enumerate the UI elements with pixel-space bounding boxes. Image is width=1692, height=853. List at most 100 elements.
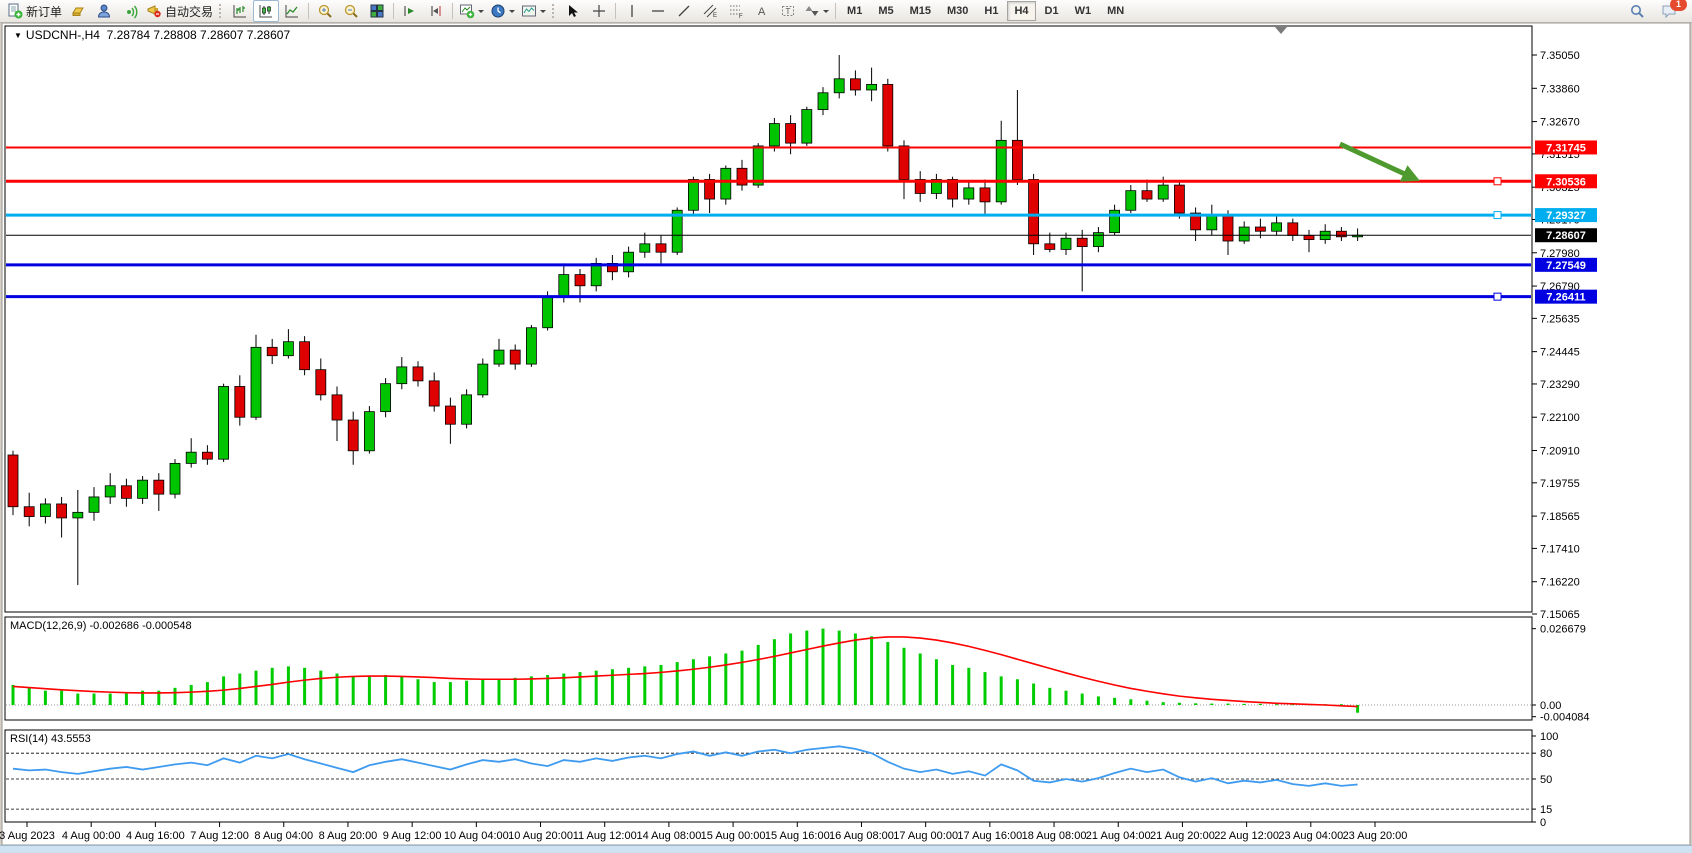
svg-text:10 Aug 20:00: 10 Aug 20:00	[508, 830, 573, 842]
svg-text:15 Aug 00:00: 15 Aug 00:00	[701, 830, 766, 842]
symbol-dropdown-icon[interactable]: ▼	[14, 31, 22, 40]
bottom-strip	[0, 845, 1692, 853]
svg-text:7.15065: 7.15065	[1540, 609, 1580, 621]
timeframe-h4[interactable]: H4	[1007, 1, 1035, 21]
bar-chart-icon	[232, 3, 248, 19]
timeframe-d1[interactable]: D1	[1038, 1, 1066, 21]
svg-text:7.31745: 7.31745	[1546, 142, 1586, 154]
new-order-icon	[7, 3, 23, 19]
svg-text:7.33860: 7.33860	[1540, 83, 1580, 95]
vertical-line-button[interactable]	[619, 0, 645, 22]
svg-text:A: A	[758, 6, 766, 18]
svg-text:8 Aug 04:00: 8 Aug 04:00	[254, 830, 313, 842]
timeframe-m1[interactable]: M1	[840, 1, 869, 21]
zoom-out-button[interactable]	[338, 0, 364, 22]
crosshair-icon	[591, 3, 607, 19]
main-toolbar: 新订单 自动交易	[0, 0, 1692, 23]
profile-button[interactable]	[91, 0, 117, 22]
autotrade-label: 自动交易	[165, 3, 213, 20]
text-icon: A	[754, 3, 770, 19]
svg-text:0.00: 0.00	[1540, 700, 1561, 712]
bar-chart-button[interactable]	[227, 0, 253, 22]
svg-text:7 Aug 12:00: 7 Aug 12:00	[190, 830, 249, 842]
chart-ohlc-values: 7.28784 7.28808 7.28607 7.28607	[107, 28, 291, 42]
trendline-icon	[676, 3, 692, 19]
line-chart-icon	[284, 3, 300, 19]
svg-text:7.24445: 7.24445	[1540, 347, 1580, 359]
template-icon	[521, 3, 537, 19]
trendline-button[interactable]	[671, 0, 697, 22]
cursor-icon	[565, 3, 581, 19]
line-chart-button[interactable]	[279, 0, 305, 22]
timeframe-m15[interactable]: M15	[903, 1, 938, 21]
text-button[interactable]: A	[749, 0, 775, 22]
timeframe-h1[interactable]: H1	[977, 1, 1005, 21]
svg-text:22 Aug 12:00: 22 Aug 12:00	[1214, 830, 1279, 842]
periods-button[interactable]	[487, 0, 518, 22]
equidistant-channel-button[interactable]: E	[697, 0, 723, 22]
chart-shift-icon	[428, 3, 444, 19]
svg-text:7.25635: 7.25635	[1540, 313, 1580, 325]
templates-button[interactable]	[518, 0, 549, 22]
svg-text:18 Aug 08:00: 18 Aug 08:00	[1022, 830, 1087, 842]
notifications-button[interactable]: 1	[1656, 0, 1682, 22]
zoom-in-button[interactable]	[312, 0, 338, 22]
text-label-icon: T	[780, 3, 796, 19]
tile-windows-button[interactable]	[364, 0, 390, 22]
chart-shift-button[interactable]	[423, 0, 449, 22]
indicators-button[interactable]	[456, 0, 487, 22]
auto-scroll-button[interactable]	[397, 0, 423, 22]
chevron-down-icon	[509, 10, 515, 16]
autotrade-button[interactable]: 自动交易	[143, 0, 216, 22]
cursor-button[interactable]	[560, 0, 586, 22]
zoom-in-icon	[317, 3, 333, 19]
svg-text:17 Aug 00:00: 17 Aug 00:00	[893, 830, 958, 842]
chart-canvas[interactable]: 7.350507.338607.326707.315157.303257.291…	[0, 0, 1692, 853]
tile-windows-icon	[369, 3, 385, 19]
crosshair-button[interactable]	[586, 0, 612, 22]
fibonacci-button[interactable]: F	[723, 0, 749, 22]
svg-text:7.29327: 7.29327	[1546, 210, 1586, 222]
search-button[interactable]	[1624, 0, 1650, 22]
timeframe-m30[interactable]: M30	[940, 1, 975, 21]
svg-text:7.18565: 7.18565	[1540, 511, 1580, 523]
horizontal-line-icon	[650, 3, 666, 19]
candlestick-chart-button[interactable]	[253, 0, 279, 22]
clock-icon	[490, 3, 506, 19]
svg-text:E: E	[713, 13, 717, 19]
auto-scroll-icon	[402, 3, 418, 19]
svg-text:7.23290: 7.23290	[1540, 379, 1580, 391]
text-label-button[interactable]: T	[775, 0, 801, 22]
candlestick-chart-icon	[258, 3, 274, 19]
svg-text:23 Aug 04:00: 23 Aug 04:00	[1278, 830, 1343, 842]
timeframe-mn[interactable]: MN	[1100, 1, 1131, 21]
svg-text:7.20910: 7.20910	[1540, 446, 1580, 458]
shapes-button[interactable]	[801, 0, 832, 22]
signal-icon	[122, 3, 138, 19]
svg-text:-0.004084: -0.004084	[1540, 712, 1590, 724]
signals-button[interactable]	[117, 0, 143, 22]
svg-text:7.28607: 7.28607	[1546, 230, 1586, 242]
macd-indicator-label: MACD(12,26,9) -0.002686 -0.000548	[10, 620, 192, 632]
timeframe-w1[interactable]: W1	[1068, 1, 1099, 21]
svg-text:100: 100	[1540, 731, 1558, 743]
chart-symbol: USDCNH-,H4	[26, 28, 100, 42]
fibonacci-icon: F	[728, 3, 744, 19]
vertical-line-icon	[624, 3, 640, 19]
svg-text:9 Aug 12:00: 9 Aug 12:00	[383, 830, 442, 842]
chevron-down-icon	[478, 10, 484, 16]
horizontal-line-button[interactable]	[645, 0, 671, 22]
svg-text:F: F	[739, 14, 743, 19]
svg-text:21 Aug 20:00: 21 Aug 20:00	[1150, 830, 1215, 842]
market-watch-button[interactable]	[65, 0, 91, 22]
svg-text:7.19755: 7.19755	[1540, 478, 1580, 490]
new-order-button[interactable]: 新订单	[4, 0, 65, 22]
svg-text:4 Aug 00:00: 4 Aug 00:00	[62, 830, 121, 842]
timeframe-m5[interactable]: M5	[871, 1, 900, 21]
indicators-icon	[459, 3, 475, 19]
svg-text:21 Aug 04:00: 21 Aug 04:00	[1086, 830, 1151, 842]
svg-text:7.22100: 7.22100	[1540, 412, 1580, 424]
notification-badge: 1	[1670, 0, 1687, 11]
profile-icon	[96, 3, 112, 19]
chevron-down-icon	[823, 10, 829, 16]
